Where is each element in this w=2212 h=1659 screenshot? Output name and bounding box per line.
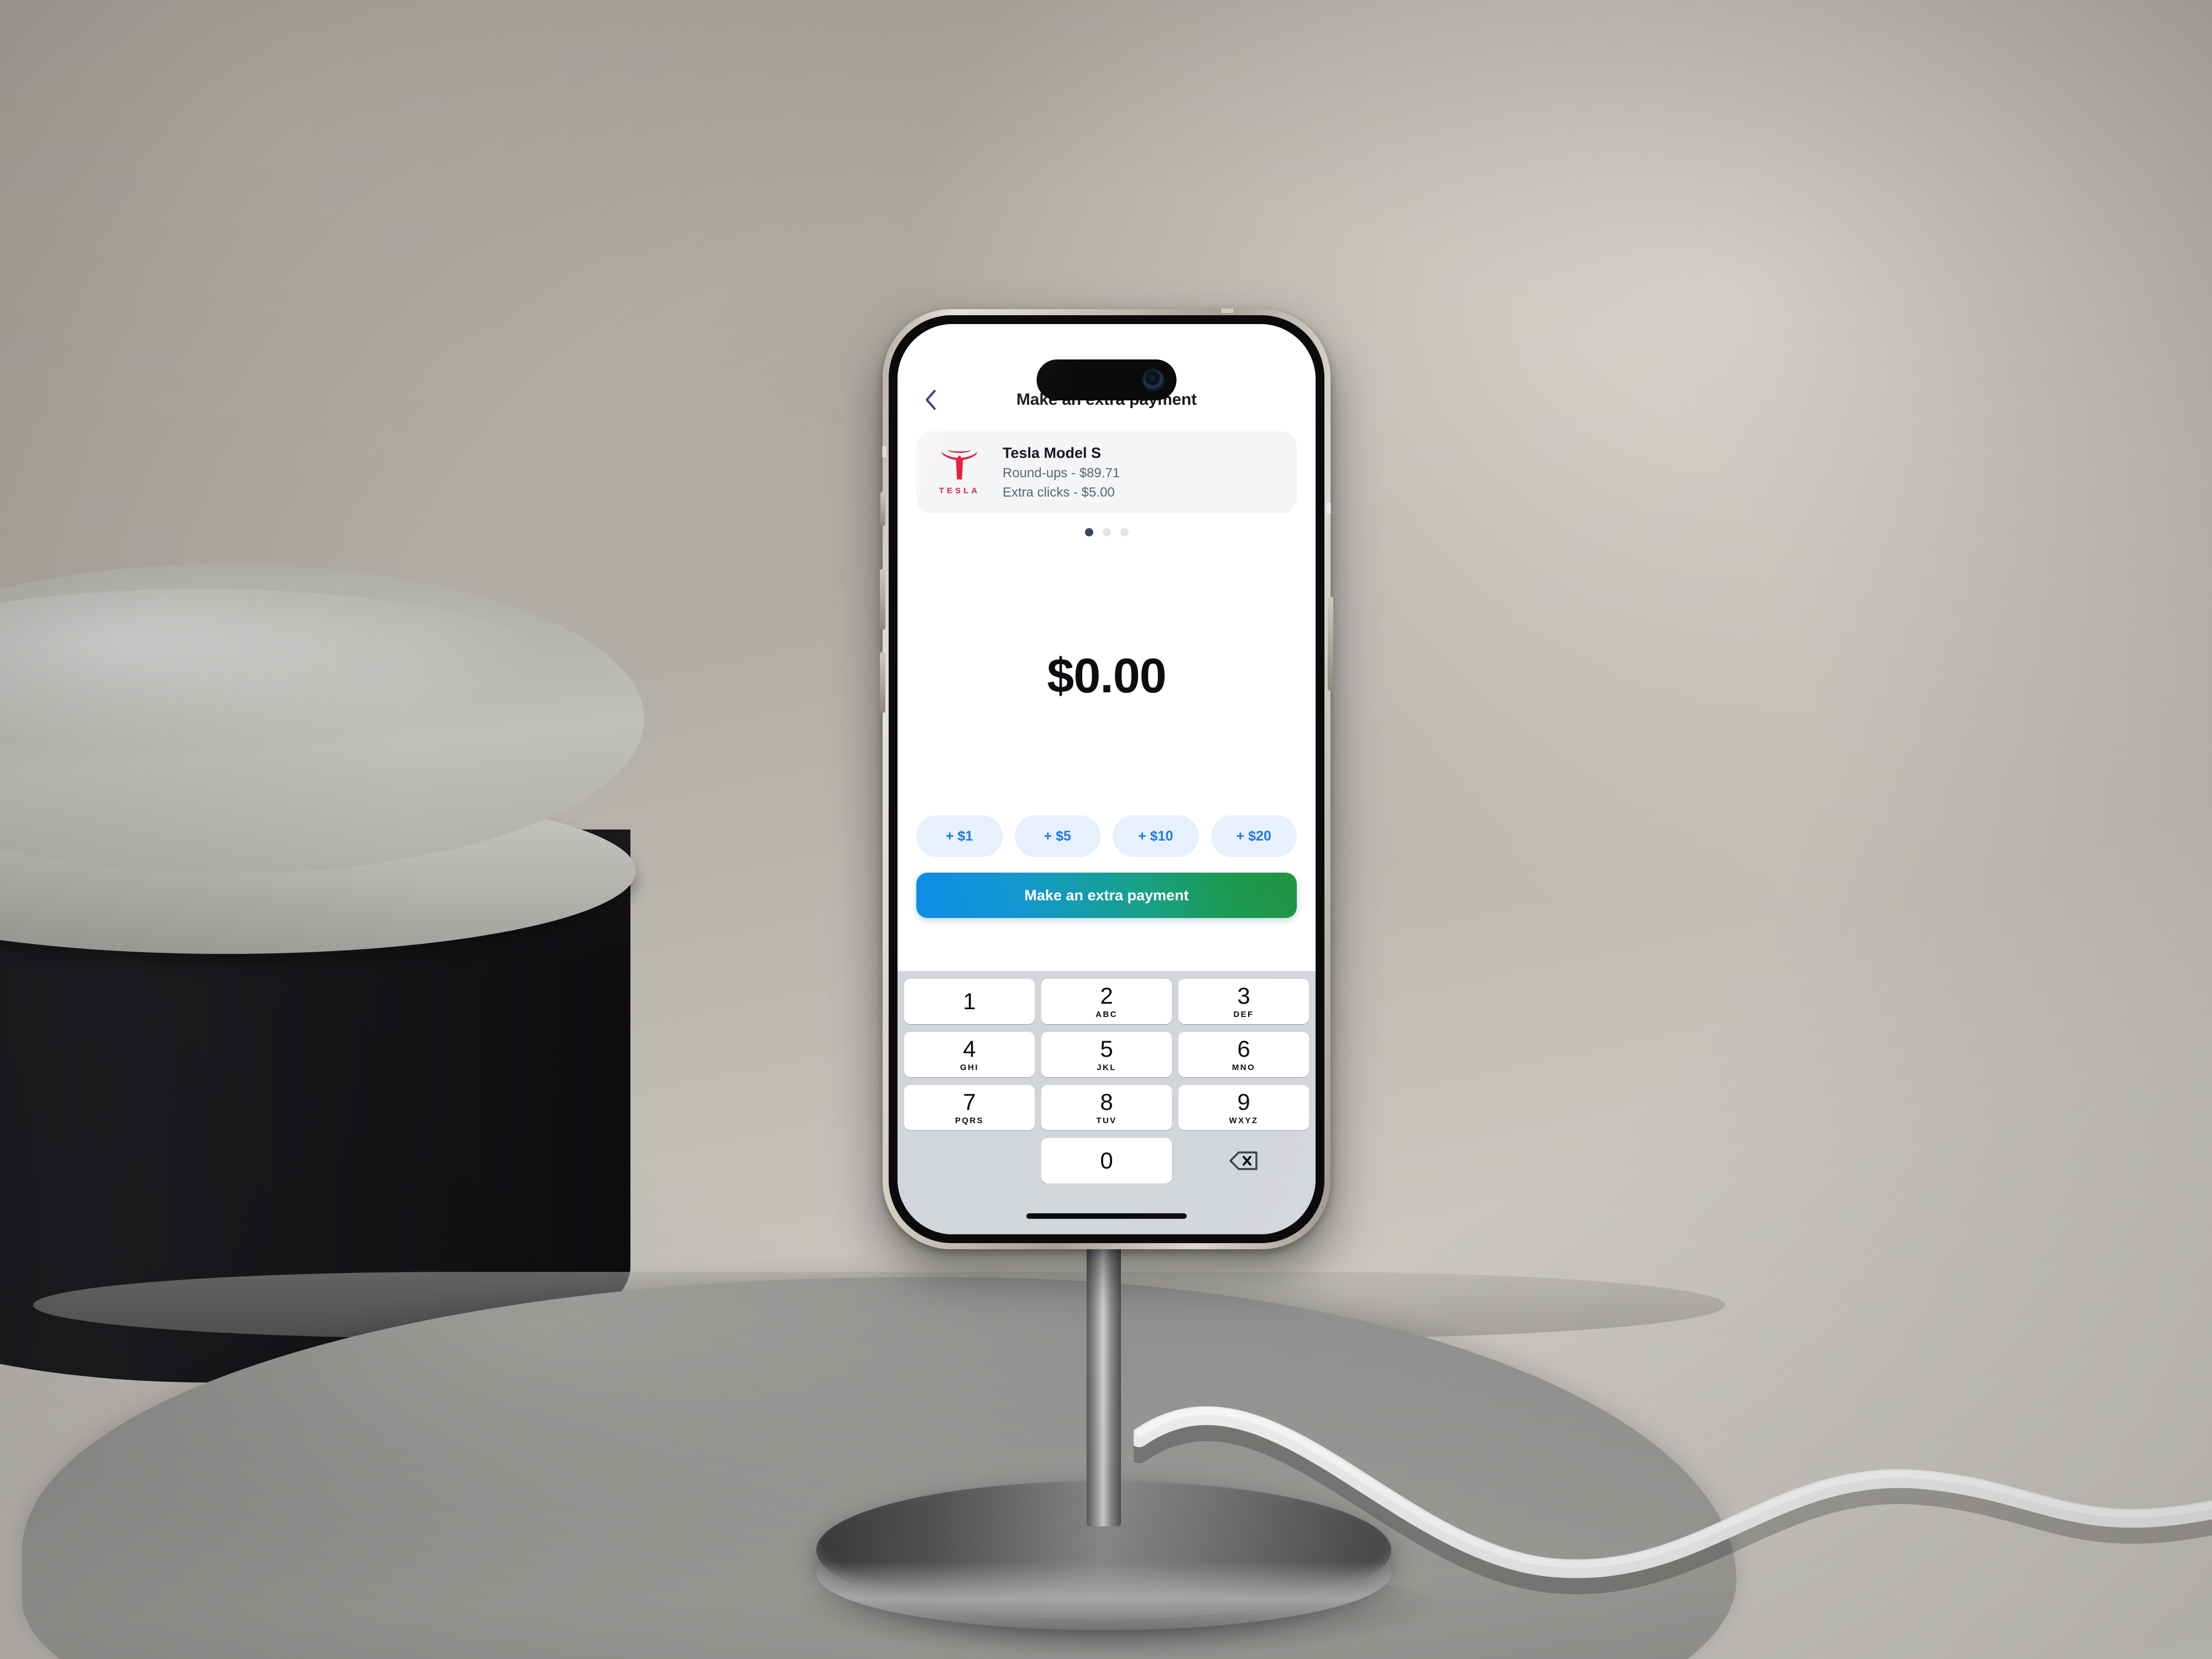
dynamic-island (1036, 359, 1177, 400)
scene: Make an extra payment TESLA (0, 0, 2212, 1659)
scene-vignette (0, 0, 2212, 1659)
front-camera-icon (1143, 370, 1164, 390)
